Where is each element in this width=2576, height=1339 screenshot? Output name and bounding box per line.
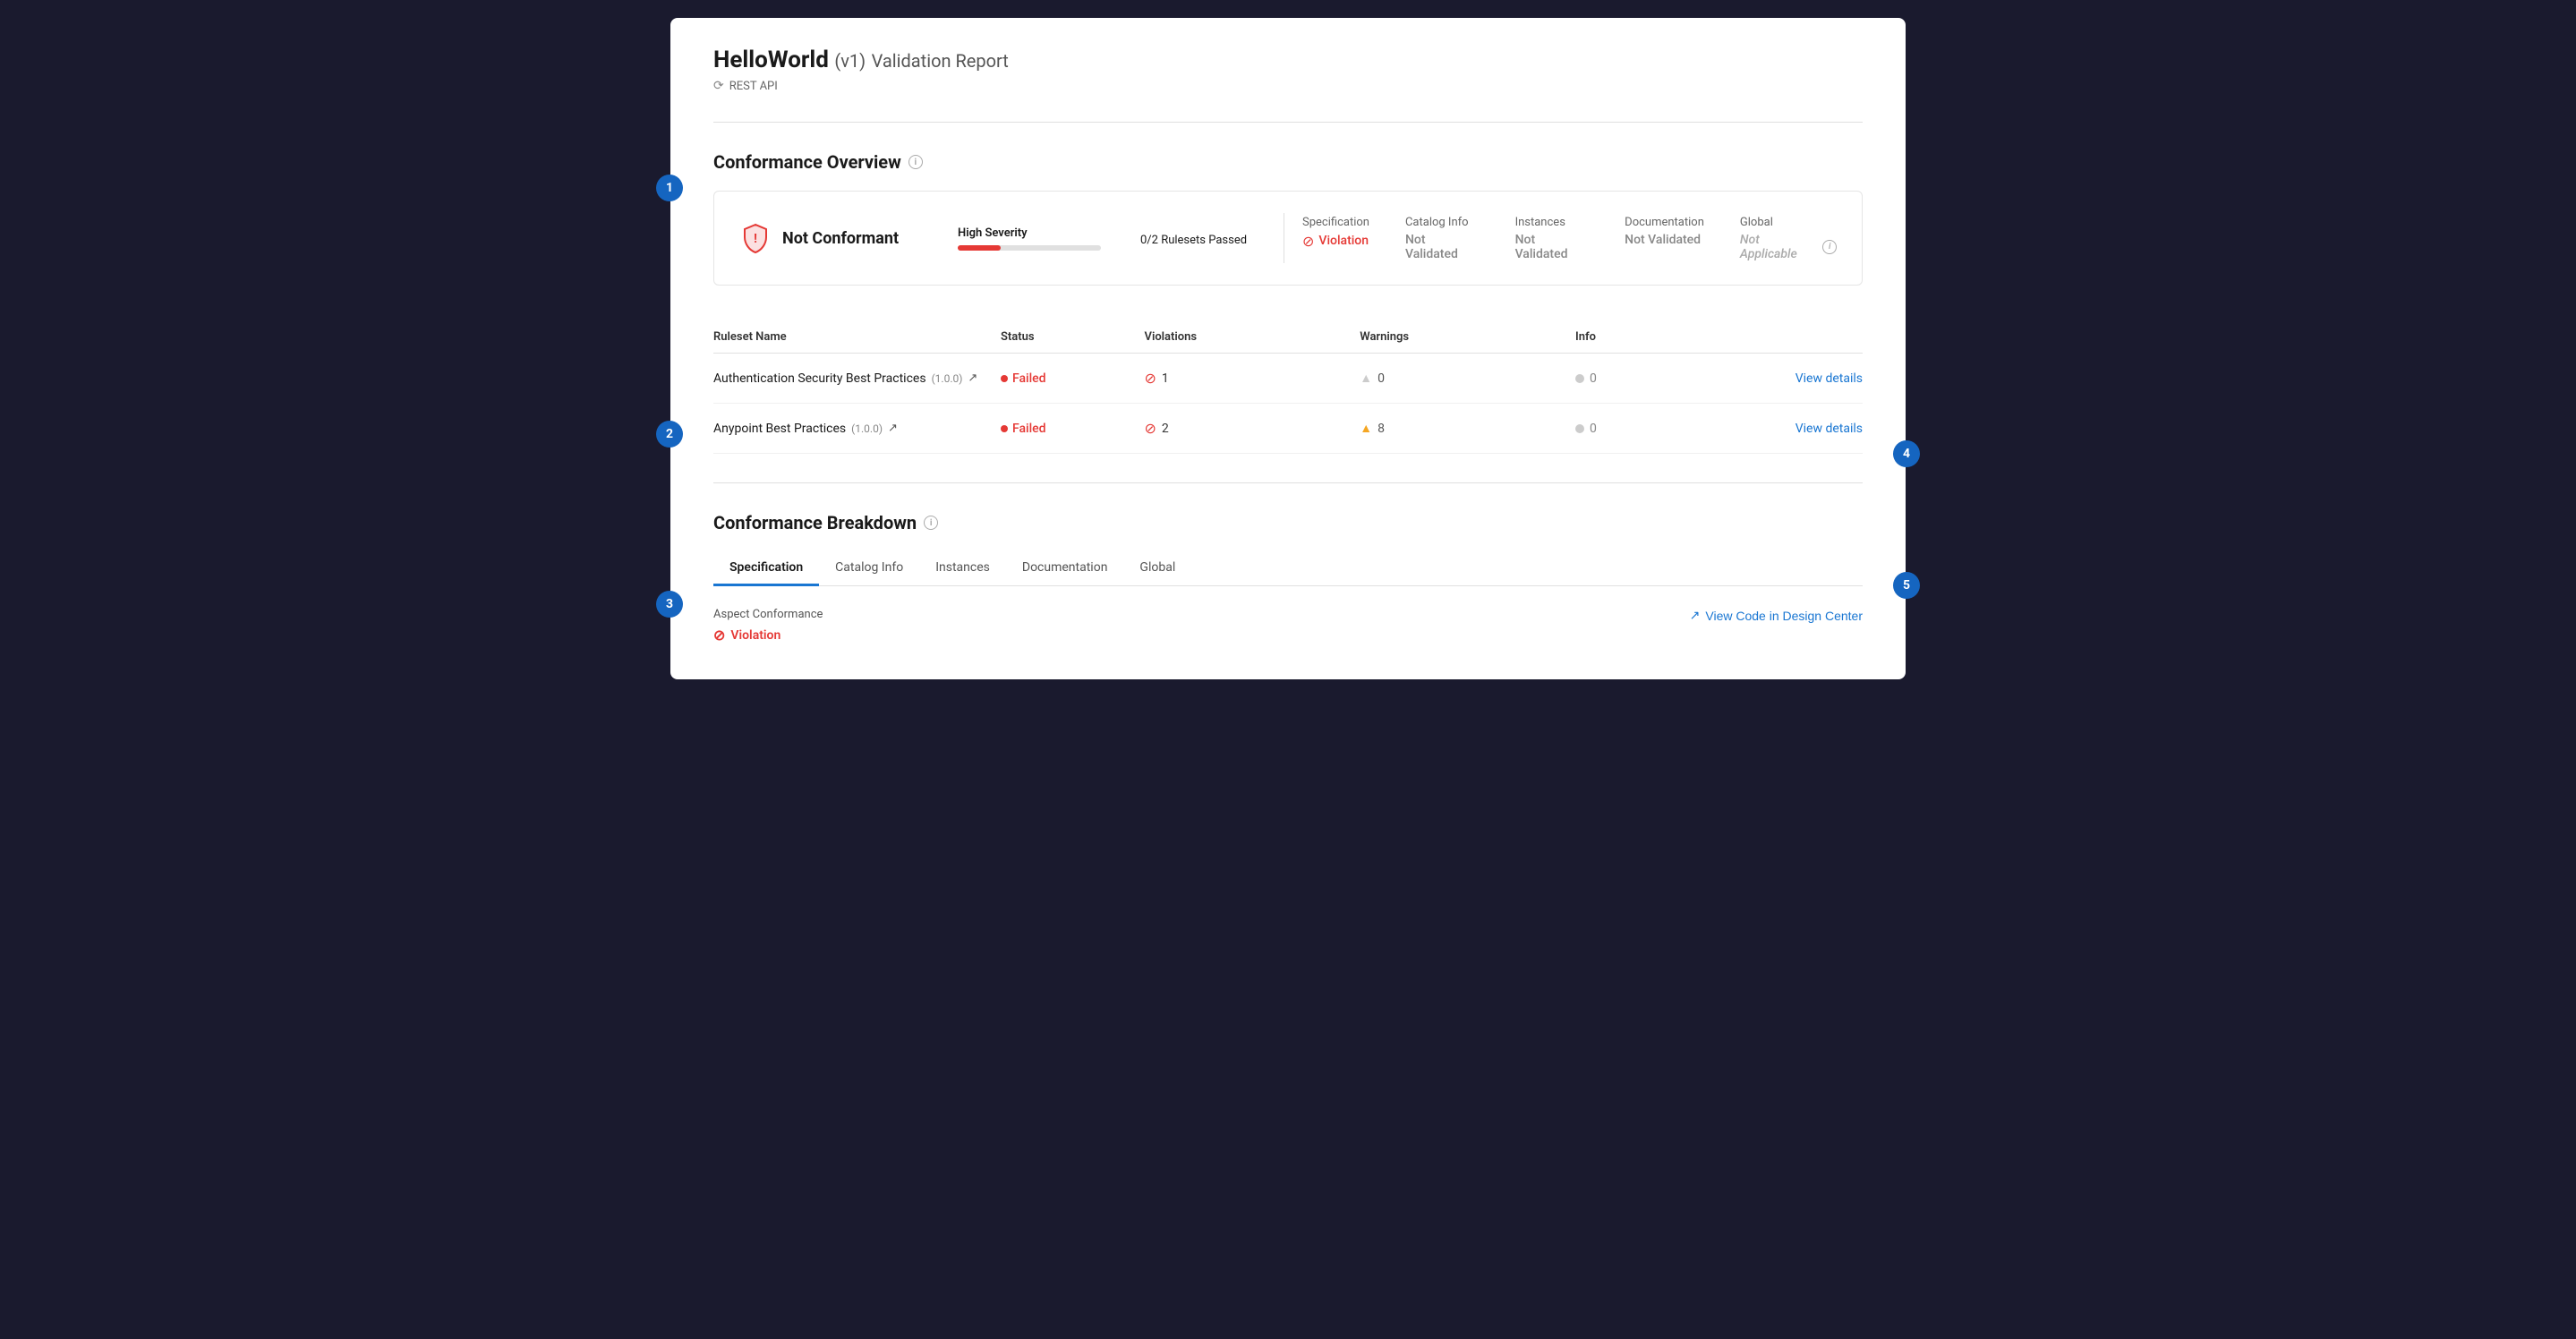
global-info-icon[interactable]: i	[1822, 240, 1837, 254]
tab-catalog-info[interactable]: Catalog Info	[819, 551, 919, 586]
status-cell-2: Failed	[1001, 422, 1145, 436]
external-link-icon-1[interactable]: ↗	[968, 371, 977, 385]
violation-badge-2: ⊘	[1145, 420, 1156, 437]
warnings-cell-2: ▲ 8	[1360, 421, 1575, 436]
tab-instances[interactable]: Instances	[919, 551, 1006, 586]
table-row: Authentication Security Best Practices (…	[713, 354, 1863, 404]
overview-box: ! Not Conformant High Severity 0/2 Rules…	[713, 191, 1863, 286]
status-dot-1	[1001, 375, 1008, 382]
warning-icon-gray-1: ▲	[1360, 371, 1372, 386]
violation-icon: ⊘	[1302, 233, 1314, 250]
tab-global[interactable]: Global	[1123, 551, 1191, 586]
status-dot-2	[1001, 425, 1008, 432]
breakdown-header: Conformance Breakdown i	[713, 512, 1863, 533]
badge-3: 3	[656, 591, 683, 618]
badge-4: 4	[1893, 440, 1920, 467]
api-icon: ⟳	[713, 79, 724, 93]
info-dot-1	[1575, 374, 1584, 383]
metric-specification: Specification ⊘ Violation	[1302, 216, 1369, 250]
metrics-row: Specification ⊘ Violation Catalog Info N…	[1302, 216, 1837, 261]
table-row: Anypoint Best Practices (1.0.0) ↗ Failed…	[713, 404, 1863, 454]
info-cell-2: 0	[1575, 422, 1719, 436]
not-conformant-label: Not Conformant	[782, 229, 899, 248]
badge-5: 5	[1893, 572, 1920, 599]
violation-badge-1: ⊘	[1145, 370, 1156, 387]
metric-global: Global Not Applicable i	[1740, 216, 1837, 261]
conformance-status: ! Not Conformant	[739, 222, 936, 254]
severity-bar-fill	[958, 245, 1001, 251]
warnings-cell-1: ▲ 0	[1360, 371, 1575, 386]
tab-documentation[interactable]: Documentation	[1006, 551, 1124, 586]
metric-documentation: Documentation Not Validated	[1625, 216, 1704, 247]
ruleset-name-cell-1: Authentication Security Best Practices (…	[713, 371, 1001, 386]
status-cell-1: Failed	[1001, 371, 1145, 386]
col-violations: Violations	[1145, 330, 1361, 344]
violations-cell-1: ⊘ 1	[1145, 370, 1361, 387]
api-type: ⟳ REST API	[713, 79, 1863, 93]
col-ruleset-name: Ruleset Name	[713, 330, 1001, 344]
metric-instances: Instances Not Validated	[1515, 216, 1590, 261]
ruleset-name-cell-2: Anypoint Best Practices (1.0.0) ↗	[713, 422, 1001, 436]
shield-icon: !	[739, 222, 772, 254]
aspect-conformance: Aspect Conformance ⊘ Violation	[713, 608, 823, 644]
metric-catalog-info: Catalog Info Not Validated	[1405, 216, 1480, 261]
breakdown-tabs: Specification Catalog Info Instances Doc…	[713, 551, 1863, 586]
badge-1: 1	[656, 175, 683, 201]
badge-2: 2	[656, 421, 683, 448]
aspect-violation-icon: ⊘	[713, 627, 725, 644]
severity-bar-bg	[958, 245, 1101, 251]
view-code-button[interactable]: ↗ View Code in Design Center	[1690, 608, 1863, 623]
violations-cell-2: ⊘ 2	[1145, 420, 1361, 437]
overview-header: Conformance Overview i	[713, 151, 1863, 173]
aspect-value: ⊘ Violation	[713, 627, 823, 644]
svg-text:!: !	[754, 232, 757, 246]
col-warnings: Warnings	[1360, 330, 1575, 344]
external-link-icon-2[interactable]: ↗	[888, 422, 898, 435]
view-details-link-2[interactable]: View details	[1796, 422, 1863, 436]
table-header: Ruleset Name Status Violations Warnings …	[713, 321, 1863, 354]
breakdown-content: Aspect Conformance ⊘ Violation ↗ View Co…	[713, 608, 1863, 644]
severity-block: High Severity	[936, 226, 1122, 251]
page-title: HelloWorld (v1) Validation Report	[713, 47, 1863, 73]
rulesets-block: 0/2 Rulesets Passed	[1122, 230, 1266, 247]
conformance-breakdown: Conformance Breakdown i Specification Ca…	[713, 512, 1863, 644]
view-details-link-1[interactable]: View details	[1796, 371, 1863, 386]
col-info: Info	[1575, 330, 1719, 344]
info-cell-1: 0	[1575, 371, 1719, 386]
overview-info-icon[interactable]: i	[908, 155, 923, 169]
external-link-icon-code: ↗	[1690, 608, 1701, 623]
tab-specification[interactable]: Specification	[713, 551, 819, 586]
col-status: Status	[1001, 330, 1145, 344]
warning-icon-yellow-2: ▲	[1360, 421, 1372, 436]
overview-row: ! Not Conformant High Severity 0/2 Rules…	[739, 213, 1837, 263]
ruleset-table: Ruleset Name Status Violations Warnings …	[713, 321, 1863, 454]
info-dot-2	[1575, 424, 1584, 433]
col-actions	[1719, 330, 1864, 344]
breakdown-info-icon[interactable]: i	[924, 516, 938, 530]
conformance-overview: Conformance Overview i ! Not Conformant	[713, 151, 1863, 286]
page-header: HelloWorld (v1) Validation Report ⟳ REST…	[713, 47, 1863, 93]
